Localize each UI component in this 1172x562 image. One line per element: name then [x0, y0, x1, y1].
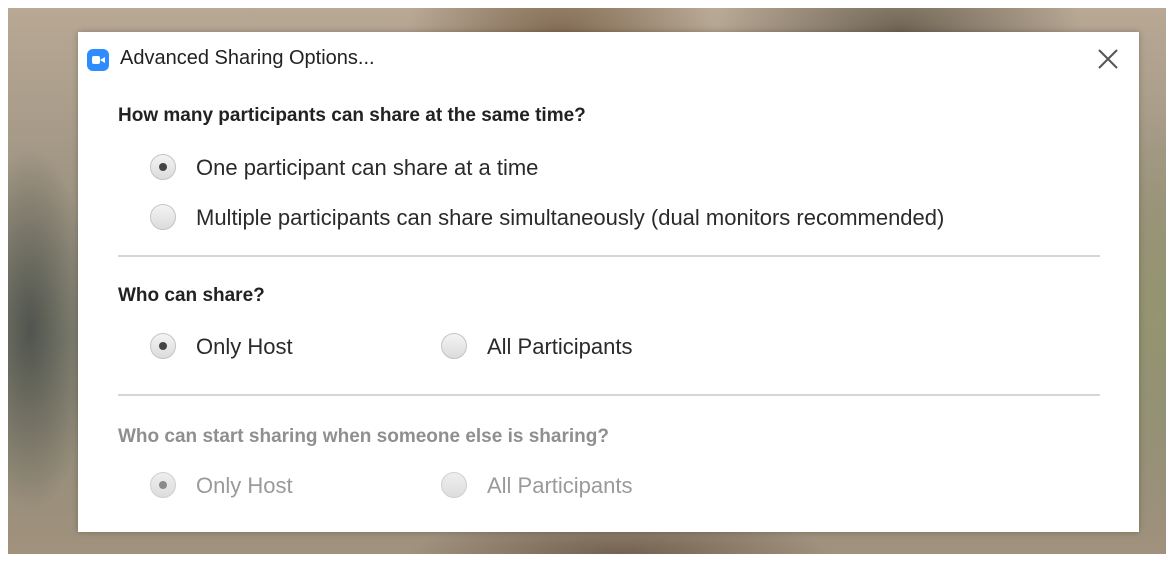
radio-label: Multiple participants can share simultan…	[196, 205, 945, 230]
radio-only-host[interactable]: Only Host	[150, 331, 370, 365]
radio-start-only-host[interactable]: Only Host	[150, 470, 370, 504]
radio-button-unselected[interactable]	[150, 204, 176, 230]
dialog-title: Advanced Sharing Options...	[120, 47, 375, 69]
frame-edge-right	[1166, 0, 1172, 562]
radio-button-unselected[interactable]	[441, 333, 467, 359]
radio-label: All Participants	[487, 473, 633, 498]
frame-edge-bottom	[0, 554, 1172, 562]
radio-label: One participant can share at a time	[196, 155, 539, 180]
radio-button-selected[interactable]	[150, 154, 176, 180]
zoom-camera-icon	[87, 49, 109, 71]
radio-label: Only Host	[196, 473, 293, 498]
radio-all-participants[interactable]: All Participants	[441, 331, 701, 365]
section-title-who-can-share: Who can share?	[118, 285, 265, 306]
section-divider	[118, 394, 1100, 396]
section-title-share-count: How many participants can share at the s…	[118, 105, 586, 126]
radio-multiple-participants[interactable]: Multiple participants can share simultan…	[150, 202, 1110, 236]
radio-one-participant[interactable]: One participant can share at a time	[150, 152, 650, 186]
radio-button-selected[interactable]	[150, 333, 176, 359]
radio-start-all-participants[interactable]: All Participants	[441, 470, 701, 504]
dialog-titlebar: Advanced Sharing Options...	[78, 32, 1139, 88]
section-title-start-sharing: Who can start sharing when someone else …	[118, 426, 609, 447]
radio-button-unselected[interactable]	[441, 472, 467, 498]
frame-edge-left	[0, 0, 8, 562]
section-divider	[118, 255, 1100, 257]
radio-label: Only Host	[196, 334, 293, 359]
close-button[interactable]	[1091, 42, 1125, 76]
radio-label: All Participants	[487, 334, 633, 359]
radio-button-selected[interactable]	[150, 472, 176, 498]
frame-edge-top	[0, 0, 1172, 8]
advanced-sharing-dialog: Advanced Sharing Options... How many par…	[78, 32, 1139, 532]
close-icon	[1098, 49, 1118, 69]
